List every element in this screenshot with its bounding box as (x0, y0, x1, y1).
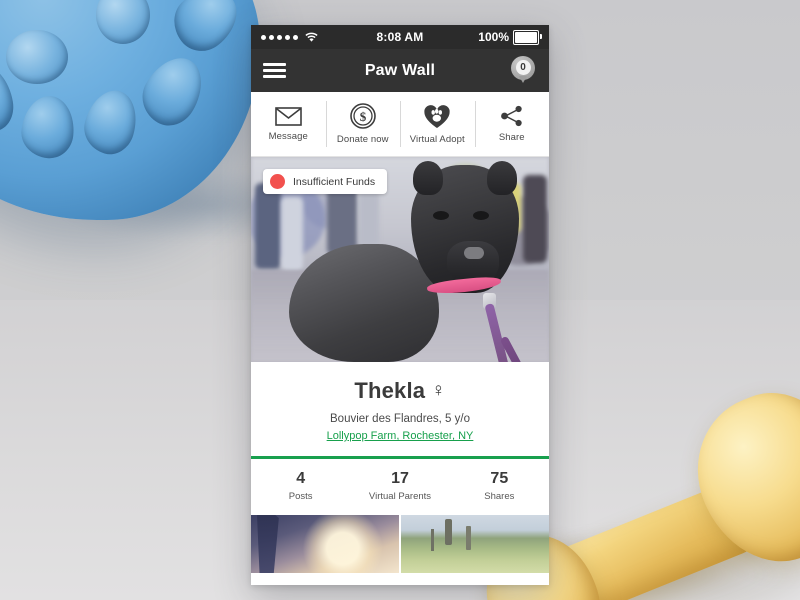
stat-shares[interactable]: 75 Shares (450, 470, 549, 502)
shelter-link[interactable]: Lollypop Farm, Rochester, NY (327, 430, 474, 442)
svg-text:$: $ (360, 109, 367, 124)
pedestrian (359, 187, 379, 247)
ball-spike (78, 84, 144, 160)
dog-eye (433, 211, 449, 220)
dog-ear (487, 161, 517, 195)
stat-virtual-parents[interactable]: 17 Virtual Parents (350, 470, 449, 502)
ball-spike (18, 93, 78, 161)
stats-row: 4 Posts 17 Virtual Parents 75 Shares (251, 459, 549, 515)
virtual-parents-label: Virtual Parents (368, 491, 432, 502)
pin-tail (519, 75, 527, 83)
pedestrian (255, 183, 281, 269)
ball-spike (132, 47, 214, 135)
pedestrian (281, 197, 303, 271)
battery-area: 100% (478, 29, 542, 45)
phone-screen: 8:08 AM 100% Paw Wall 0 Message $ Donate… (251, 25, 549, 585)
status-badge-label: Insufficient Funds (293, 175, 376, 188)
heart-paw-icon (424, 104, 450, 128)
battery-percent: 100% (478, 30, 509, 44)
status-bar: 8:08 AM 100% (251, 25, 549, 49)
pet-profile: Thekla ♀ Bouvier des Flandres, 5 y/o Lol… (251, 362, 549, 456)
hamburger-menu-icon[interactable] (263, 63, 286, 78)
dog-eye (473, 211, 489, 220)
stat-posts[interactable]: 4 Posts (251, 470, 350, 502)
envelope-icon (274, 106, 302, 126)
share-label: Share (498, 132, 525, 143)
notification-count: 0 (515, 60, 531, 75)
ball-spike (162, 0, 250, 62)
dog-ear (413, 161, 443, 195)
donate-now-label: Donate now (336, 134, 389, 145)
pet-photo[interactable]: Insufficient Funds (251, 157, 549, 362)
navigation-bar: Paw Wall 0 (251, 49, 549, 92)
shares-label: Shares (484, 491, 515, 502)
pet-name: Thekla ♀ (261, 378, 539, 404)
pet-breed-age: Bouvier des Flandres, 5 y/o (330, 413, 470, 425)
posts-count: 4 (296, 470, 306, 487)
message-label: Message (268, 130, 308, 142)
thumbnail-item[interactable] (399, 515, 549, 573)
dog-nose (464, 247, 484, 259)
dollar-coin-icon: $ (349, 103, 376, 129)
action-bar: Message $ Donate now Virtual Adopt Share (251, 92, 549, 157)
status-dot-icon (270, 174, 285, 189)
female-symbol-icon: ♀ (431, 380, 446, 401)
message-button[interactable]: Message (251, 92, 326, 156)
notification-pin-icon[interactable]: 0 (511, 55, 537, 86)
dog-body (289, 244, 439, 362)
photo-thumbnail-strip (251, 515, 549, 573)
battery-full-icon (513, 29, 542, 45)
shares-count: 75 (490, 470, 509, 487)
ball-nub (96, 0, 150, 44)
virtual-adopt-button[interactable]: Virtual Adopt (400, 92, 475, 156)
thumbnail-item[interactable] (251, 515, 399, 573)
pedestrian (523, 175, 547, 263)
status-badge[interactable]: Insufficient Funds (263, 169, 388, 194)
page-title: Paw Wall (364, 61, 436, 79)
pet-name-text: Thekla (354, 378, 426, 403)
ball-nub (6, 30, 68, 84)
share-button[interactable]: Share (474, 92, 550, 156)
virtual-parents-count: 17 (391, 470, 409, 487)
donate-now-button[interactable]: $ Donate now (325, 92, 401, 156)
posts-label: Posts (288, 491, 313, 502)
virtual-adopt-label: Virtual Adopt (409, 133, 465, 145)
share-nodes-icon (500, 105, 522, 127)
wifi-icon (305, 32, 318, 42)
signal-dots-icon (261, 34, 298, 40)
